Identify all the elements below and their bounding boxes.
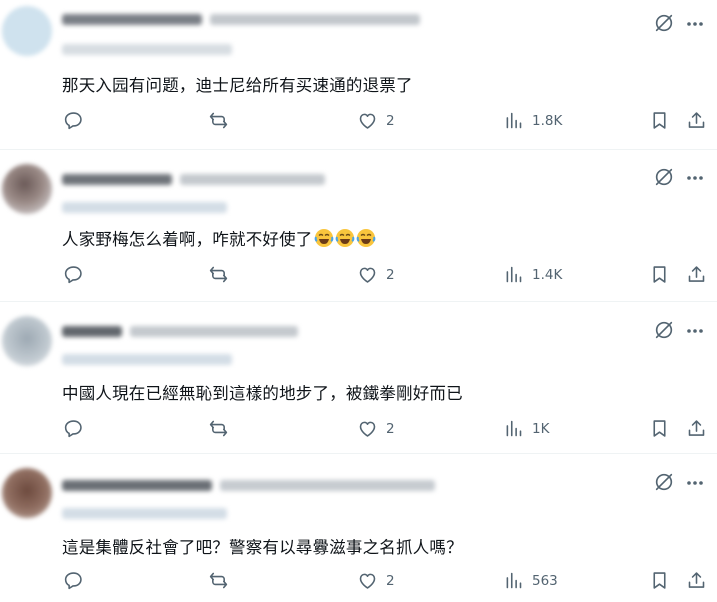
heart-icon <box>359 421 376 437</box>
retweet-button[interactable] <box>208 418 229 439</box>
reply-text: 這是集體反社會了吧？警察有以尋釁滋事之名抓人嗎？ <box>62 538 463 557</box>
like-button[interactable]: 2 <box>357 110 395 131</box>
bar-chart-icon <box>506 266 522 283</box>
heart-icon <box>359 573 376 589</box>
more-icon[interactable] <box>685 14 705 34</box>
author-handle-blurred[interactable] <box>130 326 298 337</box>
like-button[interactable]: 2 <box>357 264 395 285</box>
avatar[interactable] <box>2 6 52 56</box>
like-count: 2 <box>386 420 395 437</box>
reply-item[interactable]: 這是集體反社會了吧？警察有以尋釁滋事之名抓人嗎？ 2 563 <box>0 454 717 602</box>
retweet-icon <box>209 420 228 437</box>
reply-button[interactable] <box>63 418 84 439</box>
more-icon[interactable] <box>685 321 705 341</box>
reply-text: 人家野梅怎么着啊，咋就不好使了 <box>62 226 376 250</box>
more-icon[interactable] <box>685 473 705 493</box>
tears-of-joy-emoji <box>356 229 375 247</box>
grok-icon[interactable] <box>653 471 675 493</box>
reply-item[interactable]: 那天入园有问题，迪士尼给所有买速通的退票了 2 1.8K <box>0 0 717 150</box>
retweet-icon <box>209 112 228 129</box>
view-count: 563 <box>532 572 558 589</box>
avatar[interactable] <box>2 164 52 214</box>
speech-bubble-icon <box>64 112 82 130</box>
retweet-button[interactable] <box>208 110 229 131</box>
avatar[interactable] <box>2 468 52 518</box>
share-upload-icon <box>688 572 705 588</box>
like-button[interactable]: 2 <box>357 418 395 439</box>
retweet-button[interactable] <box>208 264 229 285</box>
speech-bubble-icon <box>64 420 82 438</box>
share-button[interactable] <box>686 110 707 131</box>
reply-item[interactable]: 中國人現在已經無恥到這樣的地步了，被鐵拳剛好而已 2 1K <box>0 302 717 454</box>
like-button[interactable]: 2 <box>357 570 395 591</box>
bookmark-icon <box>653 266 666 283</box>
reply-button[interactable] <box>63 110 84 131</box>
bookmark-button[interactable] <box>649 110 670 131</box>
speech-bubble-icon <box>64 266 82 284</box>
views-button[interactable]: 1.4K <box>503 264 562 285</box>
retweet-icon <box>209 572 228 589</box>
share-upload-icon <box>688 112 705 128</box>
reply-item[interactable]: 人家野梅怎么着啊，咋就不好使了 2 1.4K <box>0 150 717 302</box>
reply-text: 那天入园有问题，迪士尼给所有买速通的退票了 <box>62 76 413 95</box>
heart-icon <box>359 267 376 283</box>
like-count: 2 <box>386 572 395 589</box>
share-upload-icon <box>688 266 705 282</box>
speech-bubble-icon <box>64 572 82 590</box>
author-handle-blurred[interactable] <box>180 174 325 185</box>
grok-icon[interactable] <box>653 319 675 341</box>
bar-chart-icon <box>506 420 522 437</box>
replying-to-blurred[interactable] <box>62 202 227 213</box>
share-button[interactable] <box>686 570 707 591</box>
bookmark-button[interactable] <box>649 264 670 285</box>
retweet-icon <box>209 266 228 283</box>
bookmark-button[interactable] <box>649 570 670 591</box>
views-button[interactable]: 563 <box>503 570 558 591</box>
replying-to-blurred[interactable] <box>62 508 227 519</box>
author-name-blurred[interactable] <box>62 326 122 337</box>
heart-icon <box>359 113 376 129</box>
tears-of-joy-emoji <box>335 229 354 247</box>
author-handle-blurred[interactable] <box>220 480 435 491</box>
author-name-blurred[interactable] <box>62 14 202 25</box>
reply-button[interactable] <box>63 570 84 591</box>
bookmark-icon <box>653 572 666 589</box>
like-count: 2 <box>386 112 395 129</box>
bookmark-icon <box>653 420 666 437</box>
replying-to-blurred[interactable] <box>62 354 232 365</box>
more-icon[interactable] <box>685 168 705 188</box>
grok-icon[interactable] <box>653 12 675 34</box>
avatar[interactable] <box>2 316 52 366</box>
grok-icon[interactable] <box>653 166 675 188</box>
views-button[interactable]: 1K <box>503 418 549 439</box>
replying-to-blurred[interactable] <box>62 44 232 55</box>
views-button[interactable]: 1.8K <box>503 110 562 131</box>
retweet-button[interactable] <box>208 570 229 591</box>
author-name-blurred[interactable] <box>62 174 172 185</box>
share-button[interactable] <box>686 418 707 439</box>
reply-text: 中國人現在已經無恥到這樣的地步了，被鐵拳剛好而已 <box>62 384 463 403</box>
share-button[interactable] <box>686 264 707 285</box>
reply-button[interactable] <box>63 264 84 285</box>
author-name-blurred[interactable] <box>62 480 212 491</box>
view-count: 1.4K <box>532 266 563 283</box>
author-handle-blurred[interactable] <box>210 14 420 25</box>
share-upload-icon <box>688 420 705 436</box>
tears-of-joy-emoji <box>314 229 333 247</box>
bar-chart-icon <box>506 112 522 129</box>
bookmark-icon <box>653 112 666 129</box>
bookmark-button[interactable] <box>649 418 670 439</box>
like-count: 2 <box>386 266 395 283</box>
bar-chart-icon <box>506 572 522 589</box>
view-count: 1K <box>532 420 550 437</box>
view-count: 1.8K <box>532 112 563 129</box>
